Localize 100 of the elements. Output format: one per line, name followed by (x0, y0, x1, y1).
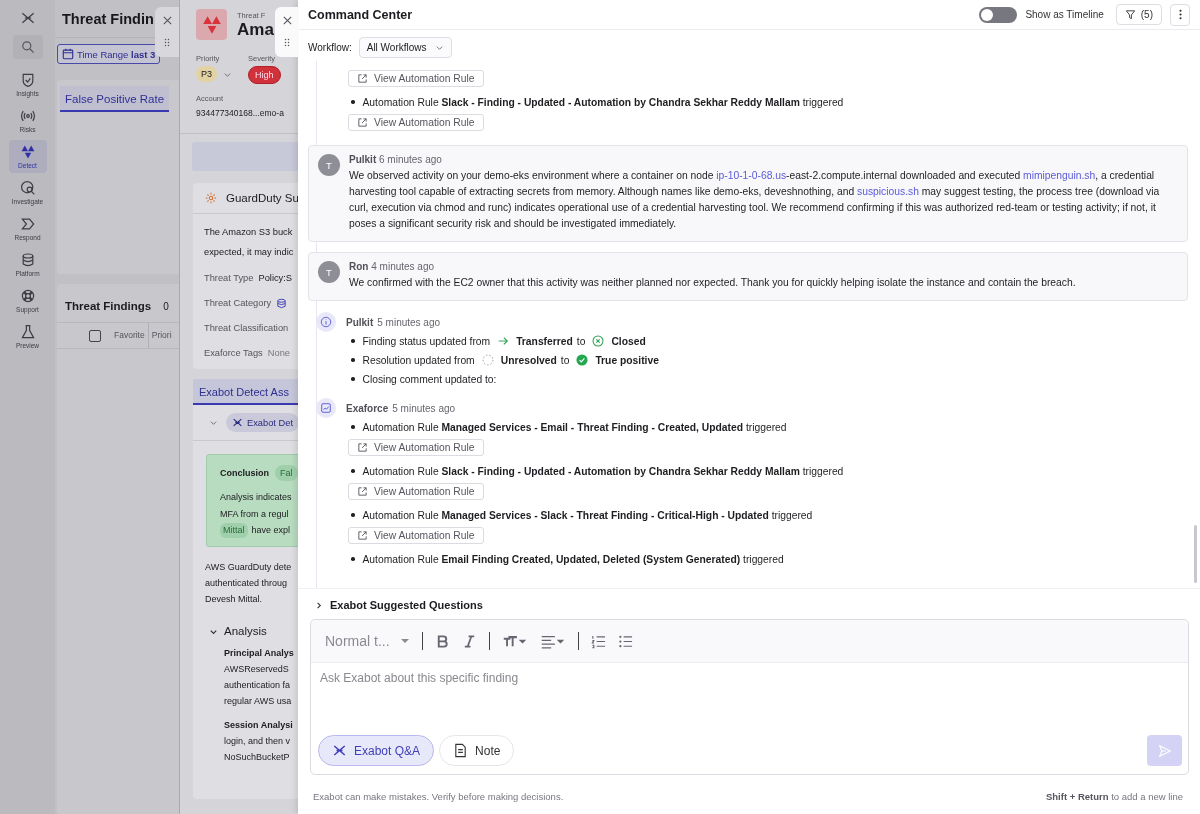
calendar-icon (62, 48, 74, 60)
drag-handle-icon[interactable] (164, 38, 170, 47)
change-text: Resolution updated from (362, 354, 475, 366)
paragraph-text: Devesh Mittal. (205, 593, 264, 606)
author-name: Ron (349, 261, 369, 272)
subsection-title: Session Analysi (224, 719, 294, 732)
logo-icon[interactable] (19, 10, 36, 26)
drag-handle-icon[interactable] (284, 38, 290, 47)
analysis-text: login, and then v (224, 735, 292, 748)
database-icon (276, 297, 288, 309)
chevron-right-icon[interactable] (314, 600, 323, 610)
finding-title: Ama (237, 20, 274, 40)
automation-icon (316, 398, 336, 418)
toggle-switch[interactable] (979, 6, 1018, 23)
close-icon[interactable] (281, 15, 293, 26)
rule-text: Automation Rule Email Finding Created, Updated, Deleted (System Generated) triggered (362, 553, 784, 565)
chevron-icon (19, 216, 36, 232)
search-button[interactable] (12, 35, 43, 59)
severity-badge: High (248, 66, 281, 84)
radiation-icon (196, 9, 227, 40)
panel-title: Command Center (308, 7, 413, 22)
field-label: Threat Category (204, 298, 272, 308)
mode-button[interactable]: Note (439, 735, 515, 766)
time-range-button[interactable]: Time Range last 3 (57, 44, 161, 64)
assistant-chip[interactable]: Exabot Det (226, 413, 299, 432)
column-header[interactable]: Priori (148, 323, 172, 348)
numbered-list-icon[interactable] (590, 633, 606, 649)
account-value: 934477340168...emo-a (196, 108, 285, 118)
status-value: True positive (595, 354, 659, 366)
search-icon (19, 39, 36, 55)
timestamp: 4 minutes ago (371, 261, 435, 272)
tab[interactable]: Exabot Detect Ass (193, 379, 300, 405)
status-value: Unresolved (500, 354, 557, 366)
link[interactable]: suspicious.sh (857, 186, 919, 197)
analysis-text: authentication fa (224, 679, 292, 692)
card-title: GuardDuty Su (226, 192, 299, 204)
author-name: Pulkit (346, 316, 374, 328)
person-tag: Mittal (220, 523, 248, 538)
change-text: Closing comment updated to: (362, 373, 497, 385)
bullet-icon (351, 358, 355, 362)
author-name: Pulkit (349, 154, 377, 165)
bullet-icon (351, 339, 355, 343)
info-icon (316, 312, 336, 332)
field-label: Workflow: (308, 42, 352, 53)
external-link-icon (357, 530, 368, 541)
close-circle-icon (592, 335, 605, 347)
rule-text: Automation Rule Slack - Finding - Updated - Automation by Chandra Sekhar Reddy Mallam triggered (362, 465, 844, 477)
view-automation-rule-button[interactable]: View Automation Rule (348, 483, 484, 500)
bullet-list-icon[interactable] (617, 633, 633, 649)
change-text: to (560, 354, 570, 366)
status-value: Closed (611, 335, 646, 347)
toggle-label: Show as Timeline (1025, 9, 1104, 20)
paragraph-text: AWS GuardDuty dete (205, 561, 293, 574)
external-link-icon (357, 73, 368, 84)
field-label: Threat Type (204, 273, 254, 283)
more-icon (1178, 9, 1182, 20)
conclusion-text: have expl (251, 524, 291, 537)
disclaimer-text: Exabot can make mistakes. Verify before making decisions. (313, 791, 564, 802)
document-icon (453, 743, 469, 758)
radio-icon (19, 108, 36, 124)
conclusion-text: Analysis indicates (220, 491, 293, 504)
avatar: T (318, 154, 340, 176)
align-icon[interactable] (539, 633, 566, 649)
arrow-right-icon (497, 335, 510, 347)
tab[interactable]: False Positive Rate (60, 86, 170, 112)
text-size-icon[interactable] (501, 633, 528, 649)
send-icon (1157, 743, 1172, 758)
priority-badge[interactable]: P3 (196, 66, 217, 82)
view-automation-rule-button[interactable]: View Automation Rule (348, 114, 484, 131)
caret-icon (399, 636, 410, 646)
description-text: expected, it may indic (204, 246, 295, 259)
section-title[interactable]: Exabot Suggested Questions (330, 599, 483, 611)
view-automation-rule-button[interactable]: View Automation Rule (348, 70, 484, 87)
field-label: Threat Classification (204, 323, 289, 333)
checkbox[interactable] (89, 329, 101, 342)
message-field[interactable]: Normal t... Ask Exabot about this specific finding Exabot Q&A Note (310, 619, 1189, 775)
lifebuoy-icon (19, 288, 36, 304)
filter-icon (1124, 9, 1136, 20)
count: 0 (163, 300, 169, 312)
conclusion-text: MFA from a regul (220, 508, 290, 521)
workflow-dropdown[interactable]: All Workflows (358, 37, 452, 58)
logo-icon (332, 743, 347, 758)
gear-icon (205, 192, 217, 204)
column-header[interactable]: Favorite (111, 323, 149, 348)
timestamp: 5 minutes ago (377, 316, 441, 328)
logo-icon (232, 417, 243, 428)
filter-button[interactable]: (5) (1115, 4, 1162, 25)
external-link-icon (357, 442, 368, 453)
view-automation-rule-button[interactable]: View Automation Rule (348, 527, 484, 544)
mode-button[interactable]: Exabot Q&A (318, 735, 435, 766)
analysis-text: regular AWS usa (224, 695, 293, 708)
link[interactable]: ip-10-1-0-68.us (716, 170, 787, 181)
conclusion-badge: Fal (275, 465, 298, 481)
page-title: Threat Findin (62, 10, 154, 27)
globe-icon (19, 180, 36, 196)
timestamp: 5 minutes ago (392, 402, 456, 414)
section-title: Analysis (224, 625, 267, 637)
check-circle-icon (576, 354, 589, 366)
close-icon[interactable] (161, 15, 173, 26)
view-automation-rule-button[interactable]: View Automation Rule (348, 439, 484, 456)
